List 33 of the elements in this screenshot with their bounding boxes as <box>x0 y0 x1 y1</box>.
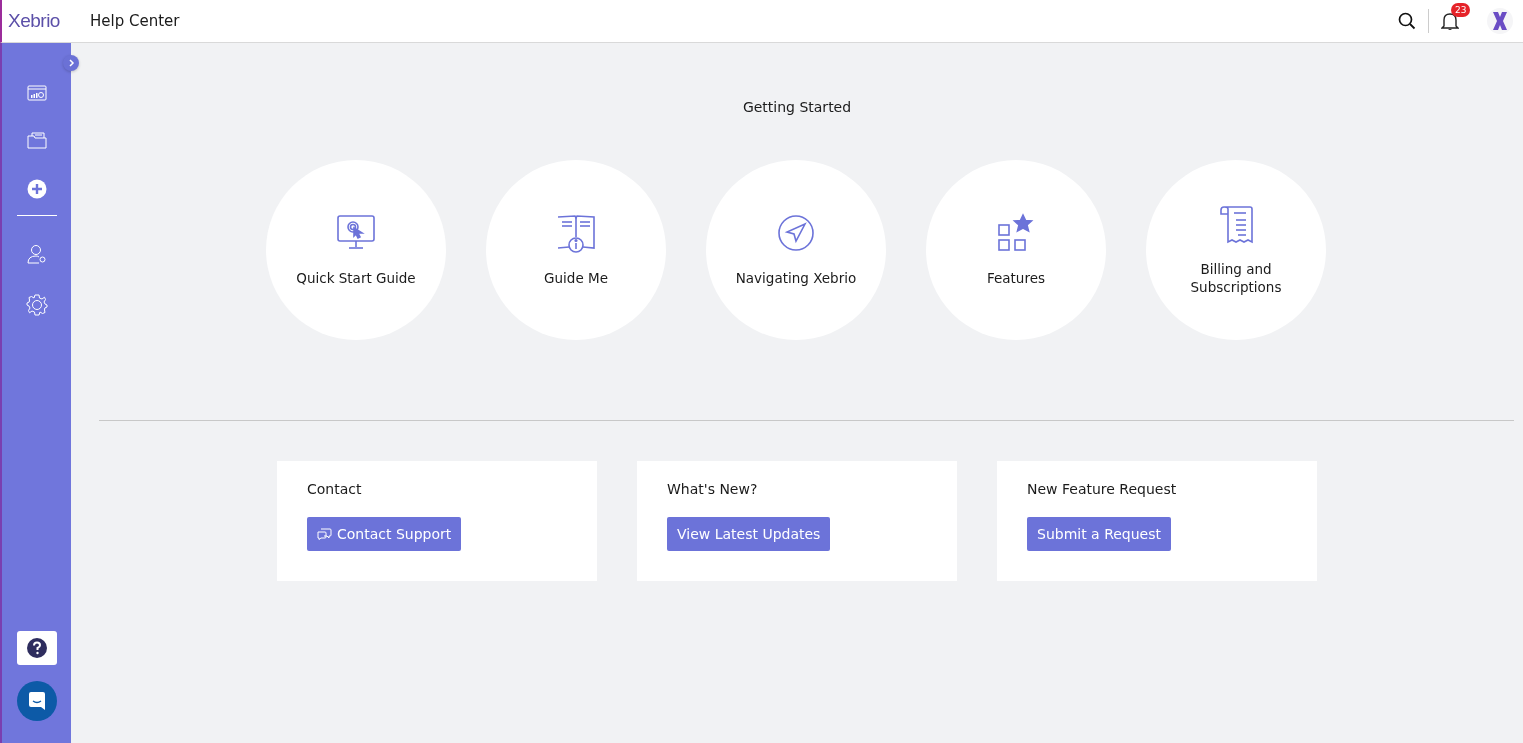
topic-button[interactable]: Navigating Xebrio <box>706 160 886 340</box>
x-logo-icon <box>1491 11 1509 31</box>
user-settings-icon[interactable] <box>26 244 47 264</box>
avatar-button[interactable] <box>1487 8 1513 34</box>
notification-bell-icon[interactable] <box>1441 11 1459 31</box>
chat-bubble-icon <box>28 692 45 710</box>
dashboard-icon[interactable] <box>26 85 47 101</box>
folder-icon[interactable] <box>26 131 47 149</box>
card-title: New Feature Request <box>1027 481 1178 497</box>
question-icon <box>26 638 47 658</box>
help-button[interactable] <box>16 631 57 665</box>
page-title: Help Center <box>90 12 180 30</box>
expand-sidebar-button[interactable] <box>63 55 79 71</box>
section-title: Getting Started <box>742 99 852 115</box>
card-title: What's New? <box>667 481 759 497</box>
logo: Xebrio <box>8 10 61 32</box>
chevron-right-icon <box>67 59 75 67</box>
card-button[interactable]: Contact Support <box>307 517 462 551</box>
chat-question-icon <box>317 528 332 540</box>
card-button[interactable]: Submit a Request <box>1027 517 1171 551</box>
card-title: Contact <box>307 481 363 497</box>
search-icon[interactable] <box>1398 12 1416 30</box>
topic-button[interactable]: Quick Start Guide <box>266 160 446 340</box>
chat-button[interactable] <box>16 681 57 721</box>
topic-button[interactable]: Billing and Subscriptions <box>1146 160 1326 340</box>
gear-icon[interactable] <box>25 294 48 316</box>
topic-button[interactable]: Guide Me <box>486 160 666 340</box>
topic-button[interactable]: Features <box>926 160 1106 340</box>
book-info-icon <box>556 213 596 253</box>
card-button[interactable]: View Latest Updates <box>667 517 831 551</box>
notification-badge: 23 <box>1451 3 1471 17</box>
add-icon[interactable] <box>26 179 47 199</box>
squares-star-icon <box>996 213 1036 253</box>
